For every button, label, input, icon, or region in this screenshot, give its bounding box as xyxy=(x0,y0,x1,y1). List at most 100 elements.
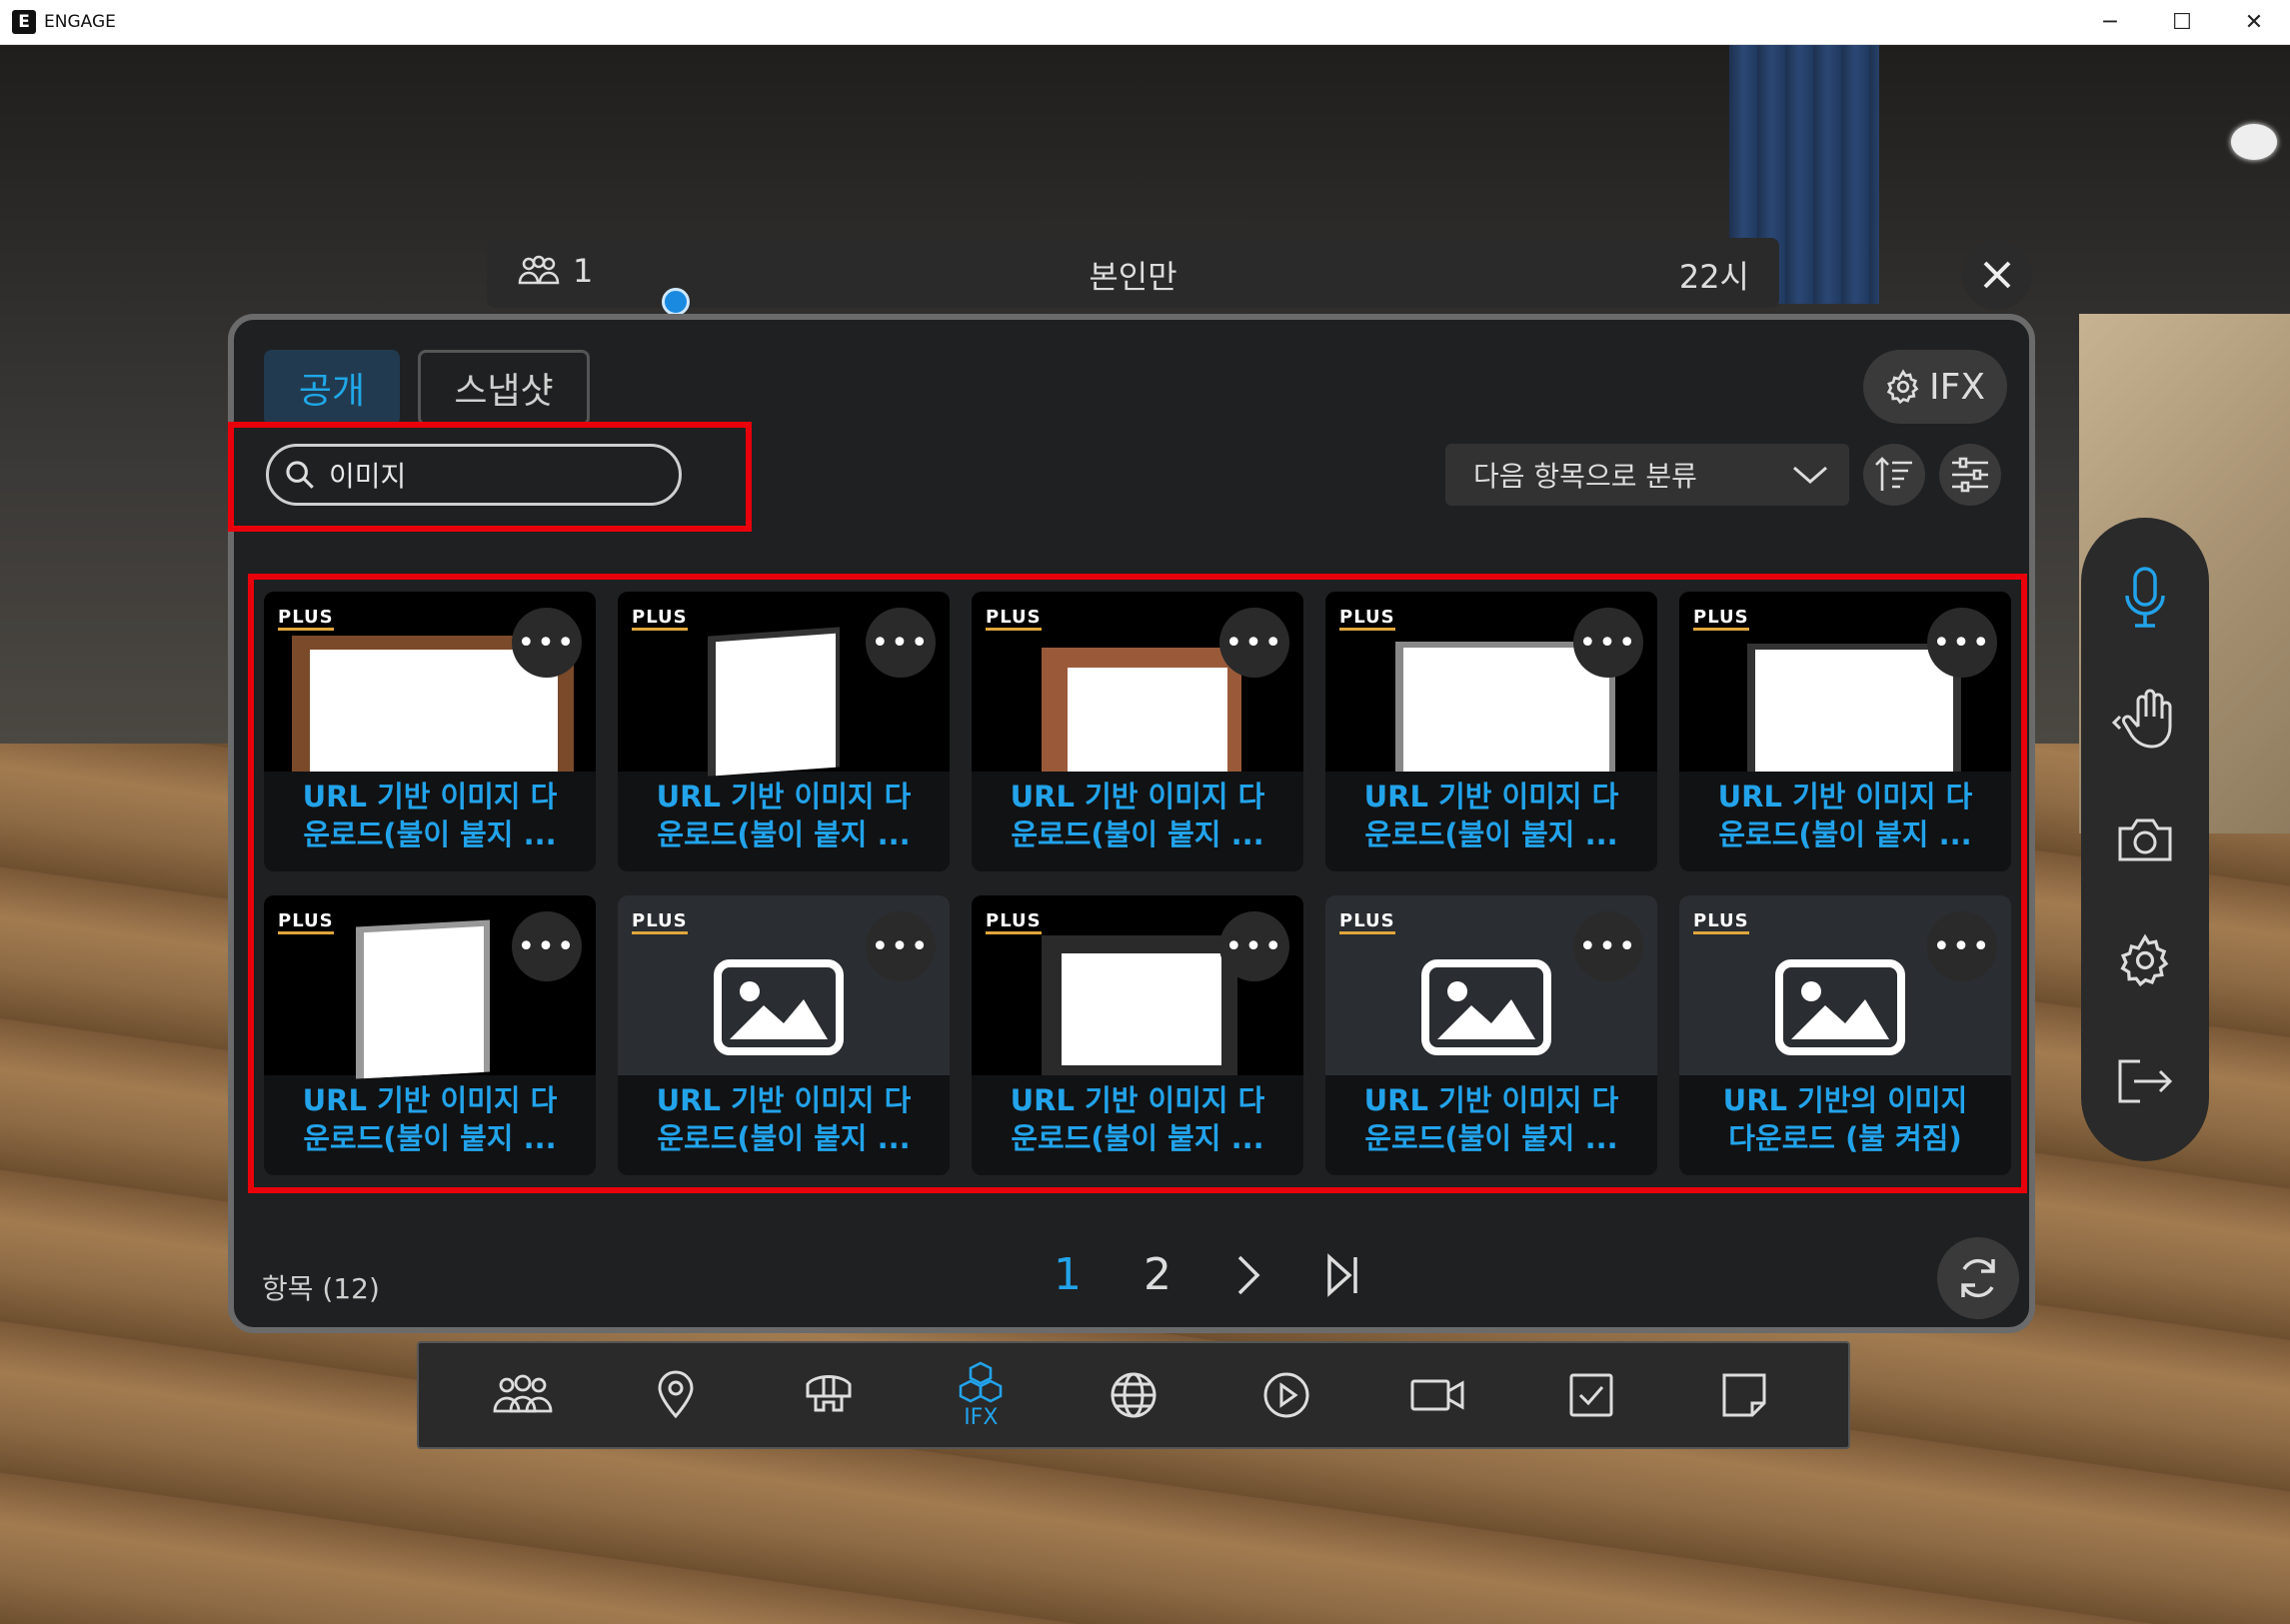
ifx-item-card[interactable]: PLUS ••• URL 기반 이미지 다 운로드(불이 붙지 ... xyxy=(972,592,1303,871)
video-camera-icon xyxy=(1410,1379,1464,1411)
right-sidebar xyxy=(2081,518,2209,1161)
ifx-item-card[interactable]: PLUS ••• URL 기반 이미지 다 운로드(불이 붙지 ... xyxy=(972,895,1303,1175)
plus-badge: PLUS xyxy=(278,608,334,631)
page-1-button[interactable]: 1 xyxy=(1054,1249,1082,1300)
more-options-button[interactable]: ••• xyxy=(1219,911,1289,981)
camera-icon xyxy=(2118,818,2172,861)
filter-button[interactable] xyxy=(1939,444,2001,506)
more-options-button[interactable]: ••• xyxy=(1927,608,1997,678)
close-icon xyxy=(1983,261,2011,289)
toolbar-video[interactable] xyxy=(1393,1350,1483,1440)
ifx-browser-panel: 공개 스냅샷 IFX 다음 항목으로 분류 xyxy=(228,314,2035,1333)
image-placeholder-icon xyxy=(1421,959,1551,1055)
camera-button[interactable] xyxy=(2105,800,2185,879)
item-title: URL 기반 이미지 다 운로드(불이 붙지 ... xyxy=(656,1083,912,1155)
close-window-button[interactable]: ✕ xyxy=(2218,0,2290,44)
item-title: URL 기반 이미지 다 운로드(불이 붙지 ... xyxy=(656,780,912,851)
sort-dropdown[interactable]: 다음 항목으로 분류 xyxy=(1445,444,1849,506)
ifx-item-card[interactable]: PLUS ••• URL 기반 이미지 다 운로드(불이 붙지 ... xyxy=(618,592,950,871)
toolbar-media[interactable] xyxy=(1241,1350,1331,1440)
app-logo: E xyxy=(12,10,36,34)
item-title: URL 기반 이미지 다 운로드(불이 붙지 ... xyxy=(302,780,558,851)
more-options-button[interactable]: ••• xyxy=(512,608,582,678)
next-page-icon[interactable] xyxy=(1233,1253,1263,1297)
chevron-down-icon xyxy=(1793,466,1827,484)
ifx-item-card[interactable]: PLUS ••• URL 기반 이미지 다 운로드(불이 붙지 ... xyxy=(1325,592,1657,871)
more-options-button[interactable]: ••• xyxy=(1219,608,1289,678)
location-pin-icon xyxy=(658,1370,694,1419)
globe-icon xyxy=(1111,1372,1156,1418)
toolbar-notes[interactable] xyxy=(1699,1350,1789,1440)
tab-public[interactable]: 공개 xyxy=(264,350,400,426)
ifx-item-card[interactable]: PLUS ••• URL 기반 이미지 다 운로드(불이 붙지 ... xyxy=(1679,592,2011,871)
scene-lamp xyxy=(2231,124,2277,160)
window-controls: ─ ☐ ✕ xyxy=(2074,0,2290,44)
toolbar-people[interactable] xyxy=(478,1350,568,1440)
more-options-button[interactable]: ••• xyxy=(866,911,936,981)
plus-badge: PLUS xyxy=(1339,911,1395,934)
maximize-button[interactable]: ☐ xyxy=(2146,0,2218,44)
plus-badge: PLUS xyxy=(1693,608,1749,631)
minimize-button[interactable]: ─ xyxy=(2074,0,2146,44)
checkbox-icon xyxy=(1569,1373,1613,1417)
search-input[interactable] xyxy=(327,457,651,493)
ifx-settings-button[interactable]: IFX xyxy=(1863,350,2007,424)
image-placeholder-icon xyxy=(1775,959,1905,1055)
item-title: URL 기반 이미지 다 운로드(불이 붙지 ... xyxy=(1363,780,1619,851)
plus-badge: PLUS xyxy=(632,911,688,934)
close-panel-button[interactable] xyxy=(1962,240,2032,310)
session-time: 22시 xyxy=(1678,258,1749,296)
item-title: URL 기반 이미지 다 운로드(불이 붙지 ... xyxy=(1717,780,1973,851)
ifx-item-card[interactable]: PLUS ••• URL 기반 이미지 다 운로드(불이 붙지 ... xyxy=(264,895,596,1175)
more-options-button[interactable]: ••• xyxy=(512,911,582,981)
toolbar-ifx-label: IFX xyxy=(964,1404,999,1430)
item-title: URL 기반의 이미지 다운로드 (불 켜짐) xyxy=(1722,1083,1968,1155)
toolbar-web[interactable] xyxy=(1089,1350,1178,1440)
item-title: URL 기반 이미지 다 운로드(불이 붙지 ... xyxy=(1010,780,1265,851)
refresh-icon xyxy=(1961,1258,1995,1298)
play-icon xyxy=(1263,1372,1309,1418)
exit-button[interactable] xyxy=(2105,1041,2185,1121)
more-options-button[interactable]: ••• xyxy=(1573,608,1643,678)
microphone-icon xyxy=(2125,567,2165,629)
plus-badge: PLUS xyxy=(278,911,334,934)
toolbar-location[interactable] xyxy=(631,1350,721,1440)
last-page-icon[interactable] xyxy=(1325,1252,1361,1297)
vr-headset-icon xyxy=(806,1375,852,1412)
bottom-toolbar: IFX xyxy=(417,1341,1850,1449)
sort-order-button[interactable] xyxy=(1863,444,1925,506)
toolbar-tasks[interactable] xyxy=(1546,1350,1636,1440)
tab-snapshot[interactable]: 스냅샷 xyxy=(418,350,590,426)
raise-hand-button[interactable] xyxy=(2105,679,2185,759)
ifx-item-card[interactable]: PLUS ••• URL 기반 이미지 다 운로드(불이 붙지 ... xyxy=(264,592,596,871)
more-options-button[interactable]: ••• xyxy=(1573,911,1643,981)
plus-badge: PLUS xyxy=(1693,911,1749,934)
users-icon xyxy=(493,1374,553,1413)
app-title: ENGAGE xyxy=(44,12,116,32)
settings-button[interactable] xyxy=(2105,920,2185,1000)
time-slider-knob[interactable] xyxy=(662,288,690,316)
plus-badge: PLUS xyxy=(986,911,1042,934)
toolbar-ifx[interactable]: IFX xyxy=(936,1350,1026,1440)
microphone-button[interactable] xyxy=(2105,558,2185,638)
search-icon xyxy=(286,461,314,489)
gear-icon xyxy=(1886,369,1919,405)
item-title: URL 기반 이미지 다 운로드(불이 붙지 ... xyxy=(1363,1083,1619,1155)
ifx-item-card[interactable]: PLUS ••• URL 기반의 이미지 다운로드 (불 켜짐) xyxy=(1679,895,2011,1175)
item-count: 항목 (12) xyxy=(262,1272,380,1305)
pagination: 1 2 xyxy=(1054,1249,1361,1300)
ifx-item-card[interactable]: PLUS ••• URL 기반 이미지 다 운로드(불이 붙지 ... xyxy=(1325,895,1657,1175)
more-options-button[interactable]: ••• xyxy=(866,608,936,678)
ifx-item-card[interactable]: PLUS ••• URL 기반 이미지 다 운로드(불이 붙지 ... xyxy=(618,895,950,1175)
cubes-icon xyxy=(959,1361,1003,1402)
image-placeholder-icon xyxy=(714,959,844,1055)
plus-badge: PLUS xyxy=(986,608,1042,631)
ifx-results-grid: PLUS ••• URL 기반 이미지 다 운로드(불이 붙지 ... PLUS … xyxy=(264,592,2013,1175)
more-options-button[interactable]: ••• xyxy=(1927,911,1997,981)
sort-label: 다음 항목으로 분류 xyxy=(1473,460,1697,493)
item-title: URL 기반 이미지 다 운로드(불이 붙지 ... xyxy=(1010,1083,1265,1155)
toolbar-vr[interactable] xyxy=(784,1350,874,1440)
page-2-button[interactable]: 2 xyxy=(1144,1249,1171,1300)
search-box[interactable] xyxy=(266,444,682,506)
refresh-button[interactable] xyxy=(1937,1237,2019,1319)
